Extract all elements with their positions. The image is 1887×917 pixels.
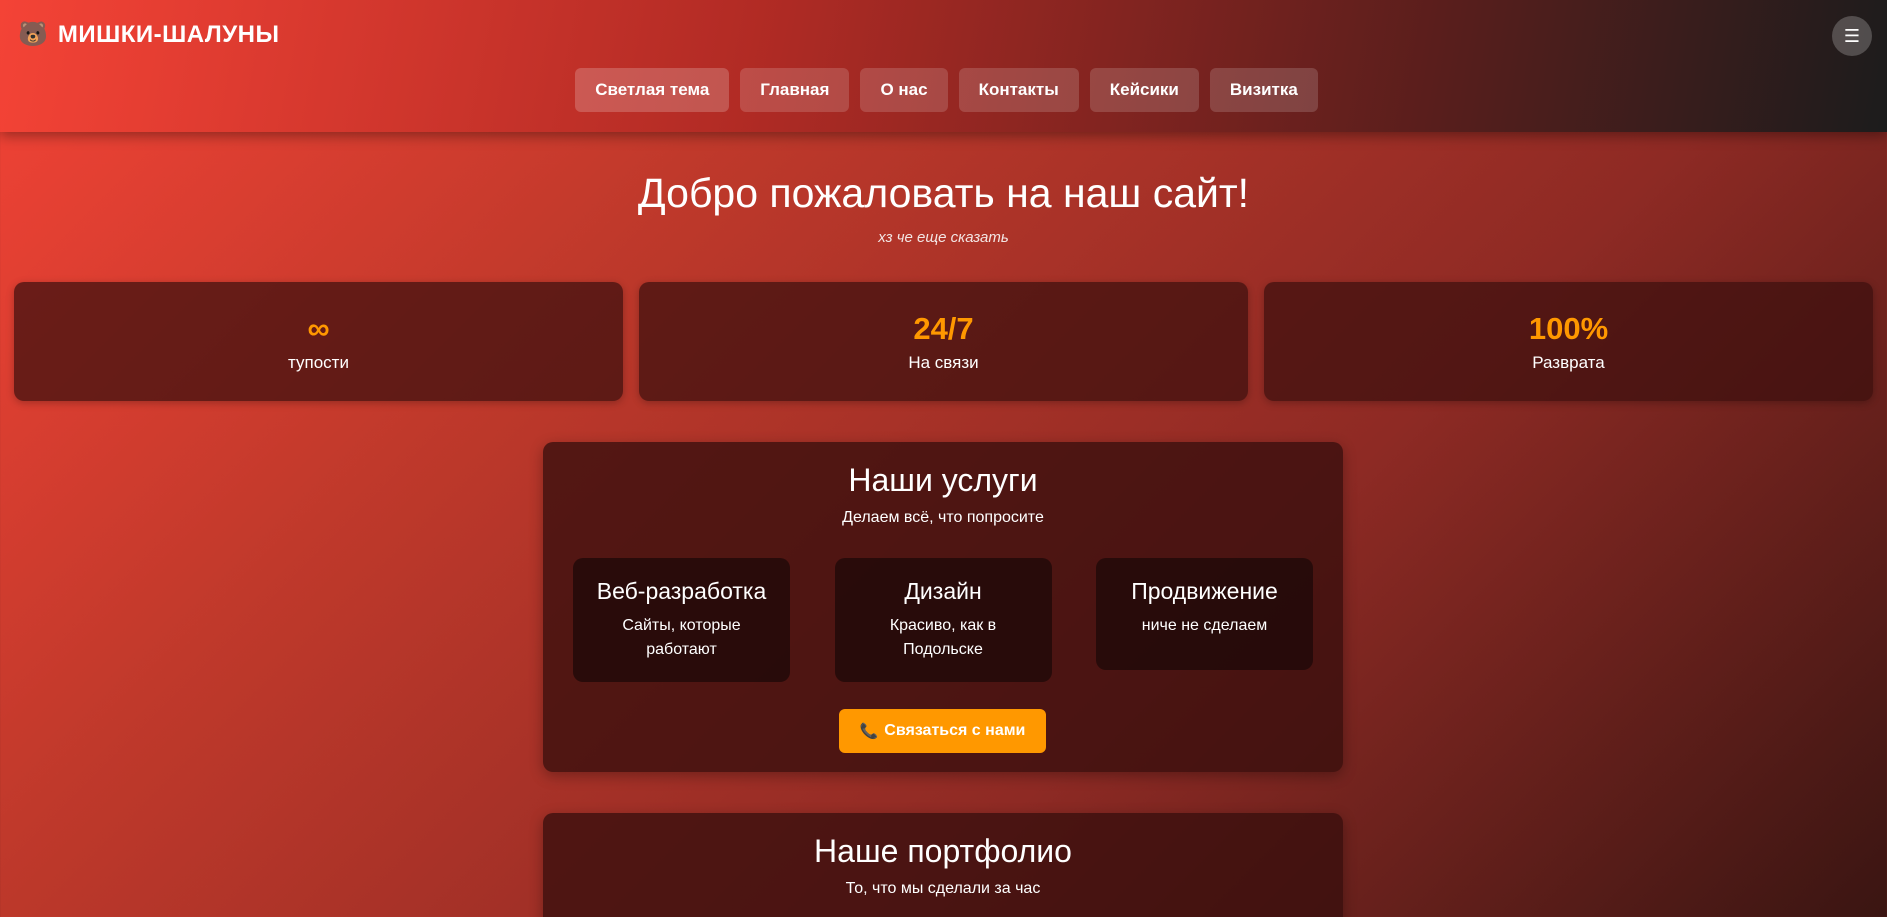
service-description: Сайты, которые работают xyxy=(622,617,741,658)
service-title: Дизайн xyxy=(904,578,982,604)
stat-value: 100% xyxy=(1528,310,1609,346)
stat-card: 24/7 На связи xyxy=(639,282,1248,401)
logo[interactable]: 🐻 МИШКИ-ШАЛУНЫ xyxy=(18,20,279,50)
nav-contacts[interactable]: Контакты xyxy=(958,68,1079,112)
portfolio-title: Наше портфолио xyxy=(814,833,1072,869)
stats-row: ∞ тупости 24/7 На связи 100% Разврата xyxy=(14,282,1873,401)
service-card-design: Дизайн Красиво, как в Подольске xyxy=(834,558,1052,682)
stat-card: ∞ тупости xyxy=(14,282,623,401)
service-description: Красиво, как в Подольске xyxy=(889,617,997,658)
services-subtitle: Делаем всё, что попросите xyxy=(842,509,1044,526)
nav-cases[interactable]: Кейсики xyxy=(1089,68,1199,112)
services-grid: Веб-разработка Сайты, которые работают Д… xyxy=(573,558,1313,682)
theme-toggle-button[interactable]: Светлая тема xyxy=(575,68,730,112)
stat-value: ∞ xyxy=(307,310,330,346)
services-title: Наши услуги xyxy=(848,462,1038,498)
portfolio-section: Наше портфолио То, что мы сделали за час xyxy=(543,813,1343,917)
stat-label: Разврата xyxy=(1532,352,1605,372)
hamburger-icon: ☰ xyxy=(1843,25,1861,46)
service-title: Веб-разработка xyxy=(596,578,767,604)
stat-value: 24/7 xyxy=(913,310,974,346)
stat-label: тупости xyxy=(288,352,349,372)
main-nav: Светлая тема Главная О нас Контакты Кейс… xyxy=(0,68,1887,112)
nav-home[interactable]: Главная xyxy=(740,68,850,112)
contact-us-label: Связаться с нами xyxy=(884,722,1026,739)
service-card-promotion: Продвижение ниче не сделаем xyxy=(1096,558,1313,670)
logo-text: МИШКИ-ШАЛУНЫ xyxy=(57,21,280,48)
bear-icon: 🐻 xyxy=(18,21,48,48)
portfolio-subtitle: То, что мы сделали за час xyxy=(845,880,1041,897)
site-header: 🐻 МИШКИ-ШАЛУНЫ ☰ Светлая тема Главная О … xyxy=(0,0,1887,132)
nav-business-card[interactable]: Визитка xyxy=(1209,68,1318,112)
contact-us-button[interactable]: 📞 Связаться с нами xyxy=(839,709,1046,753)
service-description: ниче не сделаем xyxy=(1141,617,1268,634)
nav-about[interactable]: О нас xyxy=(860,68,948,112)
stat-card: 100% Разврата xyxy=(1264,282,1873,401)
hamburger-menu-button[interactable]: ☰ xyxy=(1832,16,1872,56)
phone-icon: 📞 xyxy=(859,723,879,740)
service-card-web: Веб-разработка Сайты, которые работают xyxy=(573,558,790,682)
stat-label: На связи xyxy=(908,352,979,372)
hero-subtitle: хз че еще сказать xyxy=(878,229,1009,246)
services-section: Наши услуги Делаем всё, что попросите Ве… xyxy=(543,442,1343,772)
hero-title: Добро пожаловать на наш сайт! xyxy=(637,170,1250,216)
service-title: Продвижение xyxy=(1131,578,1278,604)
